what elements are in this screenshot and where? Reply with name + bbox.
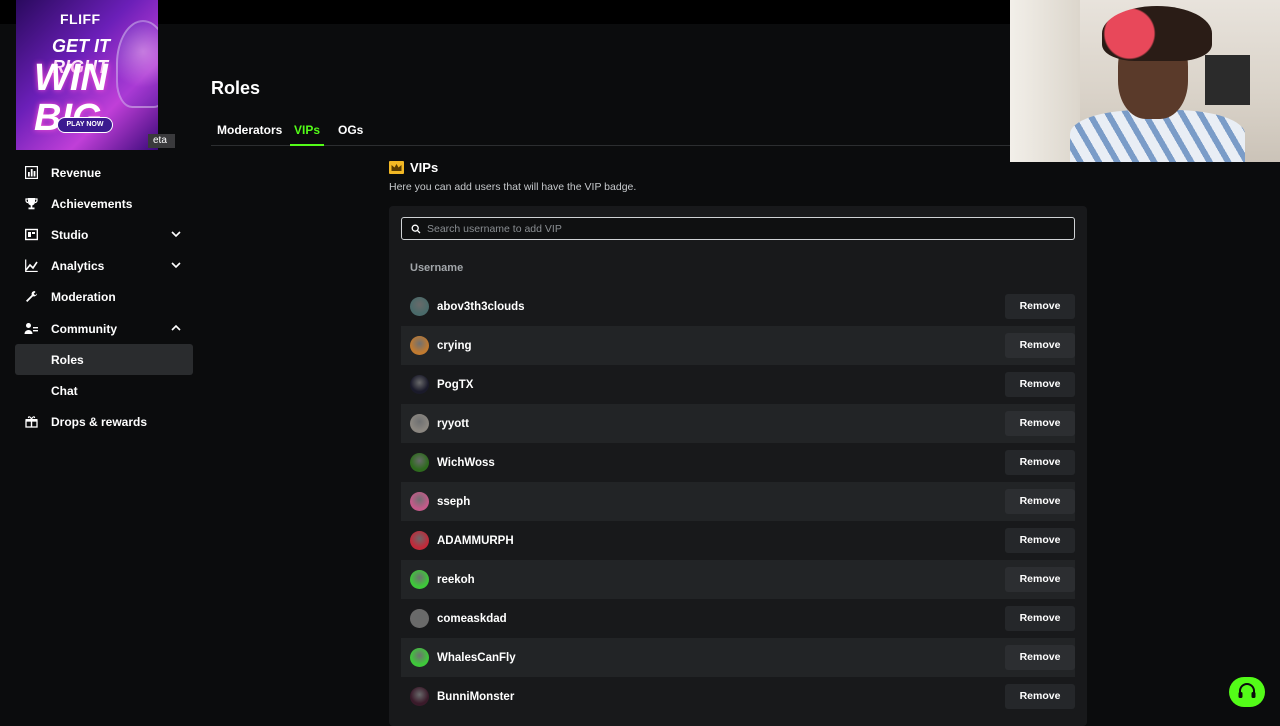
sidebar-item-analytics[interactable]: Analytics bbox=[15, 250, 193, 281]
remove-button[interactable]: Remove bbox=[1005, 294, 1075, 319]
sidebar-item-community[interactable]: Community bbox=[15, 313, 193, 344]
table-row: WhalesCanFly Remove bbox=[401, 638, 1075, 677]
sidebar-item-studio[interactable]: Studio bbox=[15, 219, 193, 250]
sidebar-item-drops-rewards[interactable]: Drops & rewards bbox=[15, 406, 193, 437]
remove-button[interactable]: Remove bbox=[1005, 528, 1075, 553]
table-row: BunniMonster Remove bbox=[401, 677, 1075, 716]
sidebar-item-revenue[interactable]: Revenue bbox=[15, 157, 193, 188]
remove-button[interactable]: Remove bbox=[1005, 645, 1075, 670]
table-row: PogTX Remove bbox=[401, 365, 1075, 404]
sidebar-item-label: Analytics bbox=[51, 258, 105, 273]
username[interactable]: ryyott bbox=[437, 418, 469, 430]
studio-icon bbox=[24, 228, 38, 242]
username[interactable]: WhalesCanFly bbox=[437, 652, 516, 664]
table-row: abov3th3clouds Remove bbox=[401, 287, 1075, 326]
table-row: reekoh Remove bbox=[401, 560, 1075, 599]
avatar bbox=[410, 414, 429, 433]
chevron-down-icon bbox=[171, 262, 181, 269]
username[interactable]: WichWoss bbox=[437, 457, 495, 469]
avatar bbox=[410, 531, 429, 550]
username[interactable]: abov3th3clouds bbox=[437, 301, 525, 313]
remove-button[interactable]: Remove bbox=[1005, 333, 1075, 358]
search-icon bbox=[411, 224, 421, 233]
sidebar-item-label: Drops & rewards bbox=[51, 414, 148, 429]
sidebar-item-label: Moderation bbox=[51, 289, 116, 304]
tab-ogs[interactable]: OGs bbox=[338, 123, 363, 146]
chevron-down-icon bbox=[171, 231, 181, 238]
ad-banner[interactable]: FLIFF GET IT RIGHT WIN BIG PLAY NOW bbox=[16, 0, 158, 150]
table-row: crying Remove bbox=[401, 326, 1075, 365]
sidebar-item-roles[interactable]: Roles bbox=[15, 344, 193, 375]
sidebar-item-label: Chat bbox=[51, 383, 78, 398]
sidebar-item-label: Revenue bbox=[51, 165, 102, 180]
sidebar-item-label: Roles bbox=[51, 352, 84, 367]
username[interactable]: reekoh bbox=[437, 574, 475, 586]
remove-button[interactable]: Remove bbox=[1005, 450, 1075, 475]
analytics-icon bbox=[24, 259, 38, 273]
sidebar-item-label: Achievements bbox=[51, 196, 133, 211]
avatar bbox=[410, 648, 429, 667]
tab-vips[interactable]: VIPs bbox=[290, 123, 325, 146]
tab-moderators[interactable]: Moderators bbox=[217, 123, 282, 146]
page-title: Roles bbox=[211, 78, 261, 98]
webcam-background-tv bbox=[1205, 55, 1250, 105]
avatar bbox=[410, 492, 429, 511]
remove-button[interactable]: Remove bbox=[1005, 567, 1075, 592]
username[interactable]: comeaskdad bbox=[437, 613, 507, 625]
remove-button[interactable]: Remove bbox=[1005, 489, 1075, 514]
table-row: WichWoss Remove bbox=[401, 443, 1075, 482]
roles-tabs: Moderators VIPs OGs bbox=[211, 120, 1011, 146]
username[interactable]: ADAMMURPH bbox=[437, 535, 514, 547]
username-column-header: Username bbox=[410, 262, 464, 274]
section-description: Here you can add users that will have th… bbox=[389, 181, 637, 193]
community-icon bbox=[24, 322, 38, 336]
avatar bbox=[410, 609, 429, 628]
wrench-icon bbox=[24, 290, 38, 304]
gift-icon bbox=[24, 415, 38, 429]
avatar bbox=[410, 570, 429, 589]
sidebar-item-label: Studio bbox=[51, 227, 89, 242]
avatar bbox=[410, 336, 429, 355]
sidebar-item-moderation[interactable]: Moderation bbox=[15, 281, 193, 312]
trophy-icon bbox=[24, 197, 38, 211]
remove-button[interactable]: Remove bbox=[1005, 684, 1075, 709]
search-field[interactable] bbox=[401, 217, 1075, 240]
crown-icon bbox=[389, 161, 404, 174]
headset-icon bbox=[1238, 683, 1256, 698]
ad-brand: FLIFF bbox=[60, 11, 101, 27]
table-row: sseph Remove bbox=[401, 482, 1075, 521]
table-row: ryyott Remove bbox=[401, 404, 1075, 443]
sidebar-item-chat[interactable]: Chat bbox=[15, 375, 193, 406]
section-title: VIPs bbox=[389, 160, 438, 175]
avatar bbox=[410, 297, 429, 316]
avatar bbox=[410, 687, 429, 706]
support-chat-button[interactable] bbox=[1229, 677, 1265, 707]
username[interactable]: BunniMonster bbox=[437, 691, 514, 703]
beta-badge: eta bbox=[148, 134, 175, 148]
chevron-up-icon bbox=[171, 324, 181, 331]
avatar bbox=[410, 375, 429, 394]
username[interactable]: crying bbox=[437, 340, 472, 352]
sidebar-item-achievements[interactable]: Achievements bbox=[15, 188, 193, 219]
ad-play-now-button[interactable]: PLAY NOW bbox=[57, 117, 113, 133]
webcam-overlay bbox=[1010, 0, 1280, 162]
username[interactable]: PogTX bbox=[437, 379, 473, 391]
table-row: comeaskdad Remove bbox=[401, 599, 1075, 638]
remove-button[interactable]: Remove bbox=[1005, 606, 1075, 631]
remove-button[interactable]: Remove bbox=[1005, 372, 1075, 397]
sidebar-item-label: Community bbox=[51, 321, 117, 336]
username[interactable]: sseph bbox=[437, 496, 470, 508]
avatar bbox=[410, 453, 429, 472]
bar-chart-icon bbox=[24, 166, 38, 180]
remove-button[interactable]: Remove bbox=[1005, 411, 1075, 436]
webcam-streamer-hair bbox=[1102, 6, 1212, 61]
search-input[interactable] bbox=[427, 222, 1027, 235]
vip-list-panel: Username abov3th3clouds Remove crying Remov… bbox=[389, 206, 1087, 726]
table-row: ADAMMURPH Remove bbox=[401, 521, 1075, 560]
section-title-text: VIPs bbox=[410, 160, 439, 175]
